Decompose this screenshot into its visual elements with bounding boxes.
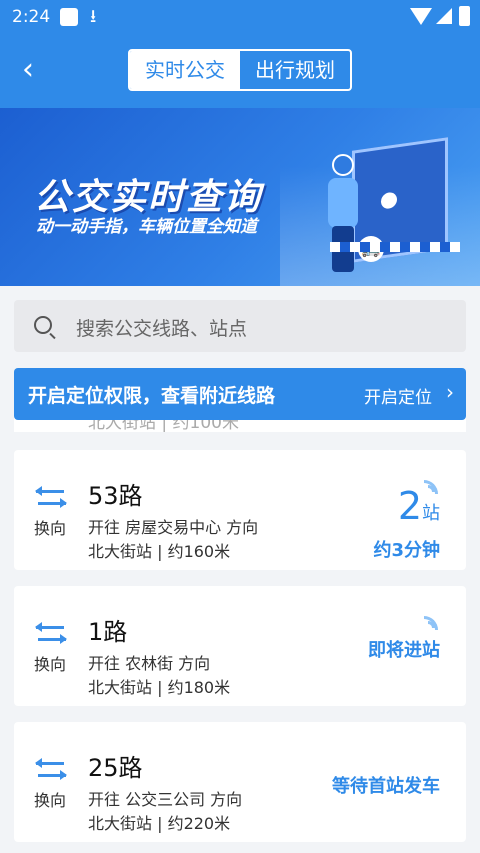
mode-segmented-control: 实时公交 出行规划 xyxy=(128,49,352,91)
search-icon xyxy=(34,316,52,334)
route-direction: 开往 农林街 方向 xyxy=(88,654,211,673)
search-placeholder: 搜索公交线路、站点 xyxy=(76,318,248,340)
route-name: 53路 xyxy=(88,482,143,510)
eta-stop-unit: 站 xyxy=(422,503,440,524)
stop-distance: 北大街站 | 约160米 xyxy=(88,542,231,561)
swap-direction-label[interactable]: 换向 xyxy=(34,651,66,675)
back-arrow-icon[interactable]: ‹ xyxy=(22,55,52,86)
swap-direction-label[interactable]: 换向 xyxy=(34,787,66,811)
promo-banner[interactable]: 🚌 公交实时查询 动一动手指，车辆位置全知道 xyxy=(0,108,480,286)
location-permission-bar[interactable]: 开启定位权限，查看附近线路 开启定位 › xyxy=(14,368,466,420)
status-time: 2:24 xyxy=(12,7,51,27)
swap-direction-icon[interactable] xyxy=(35,486,67,512)
wifi-icon xyxy=(410,8,432,25)
map-pin-icon xyxy=(381,191,397,210)
location-message: 开启定位权限，查看附近线路 xyxy=(28,385,276,407)
notification-icon xyxy=(60,8,78,26)
swap-direction-icon[interactable] xyxy=(35,758,67,784)
top-bar: ‹ 实时公交 出行规划 xyxy=(0,36,480,108)
route-name: 25路 xyxy=(88,754,143,782)
route-name: 1路 xyxy=(88,618,128,646)
status-bar: 2:24 ⭳ xyxy=(0,0,480,36)
stop-distance: 北大街站 | 约180米 xyxy=(88,678,231,697)
tab-realtime-bus[interactable]: 实时公交 xyxy=(130,51,240,89)
battery-icon xyxy=(459,6,470,26)
route-direction: 开往 房屋交易中心 方向 xyxy=(88,518,259,537)
search-input[interactable]: 搜索公交线路、站点 xyxy=(14,300,466,352)
eta-stops: 2站 xyxy=(398,484,440,528)
signal-icon xyxy=(436,8,452,24)
arrival-status: 等待首站发车 xyxy=(332,776,440,797)
checkered-strip xyxy=(330,242,460,252)
eta-time: 约3分钟 xyxy=(373,540,440,561)
banner-subtitle: 动一动手指，车辆位置全知道 xyxy=(36,217,257,237)
tab-trip-planning[interactable]: 出行规划 xyxy=(240,51,350,89)
stop-distance: 北大街站 | 约220米 xyxy=(88,814,231,833)
enable-location-button[interactable]: 开启定位 xyxy=(364,383,432,408)
swap-direction-label[interactable]: 换向 xyxy=(34,515,66,539)
arrival-status: 即将进站 xyxy=(368,640,440,661)
bus-line-card[interactable]: 换向 1路 开往 农林街 方向 北大街站 | 约180米 即将进站 xyxy=(14,586,466,706)
eta-stop-count: 2 xyxy=(397,484,422,528)
main-content: 搜索公交线路、站点 开启定位权限，查看附近线路 开启定位 › 北大街站 | 约1… xyxy=(0,286,480,853)
bus-line-card[interactable]: 换向 53路 开往 房屋交易中心 方向 北大街站 | 约160米 2站 约3分钟 xyxy=(14,450,466,570)
bus-line-card[interactable]: 换向 25路 开往 公交三公司 方向 北大街站 | 约220米 等待首站发车 xyxy=(14,722,466,842)
chevron-right-icon: › xyxy=(446,380,454,404)
route-direction: 开往 公交三公司 方向 xyxy=(88,790,243,809)
swap-direction-icon[interactable] xyxy=(35,622,67,648)
download-icon: ⭳ xyxy=(90,6,97,27)
